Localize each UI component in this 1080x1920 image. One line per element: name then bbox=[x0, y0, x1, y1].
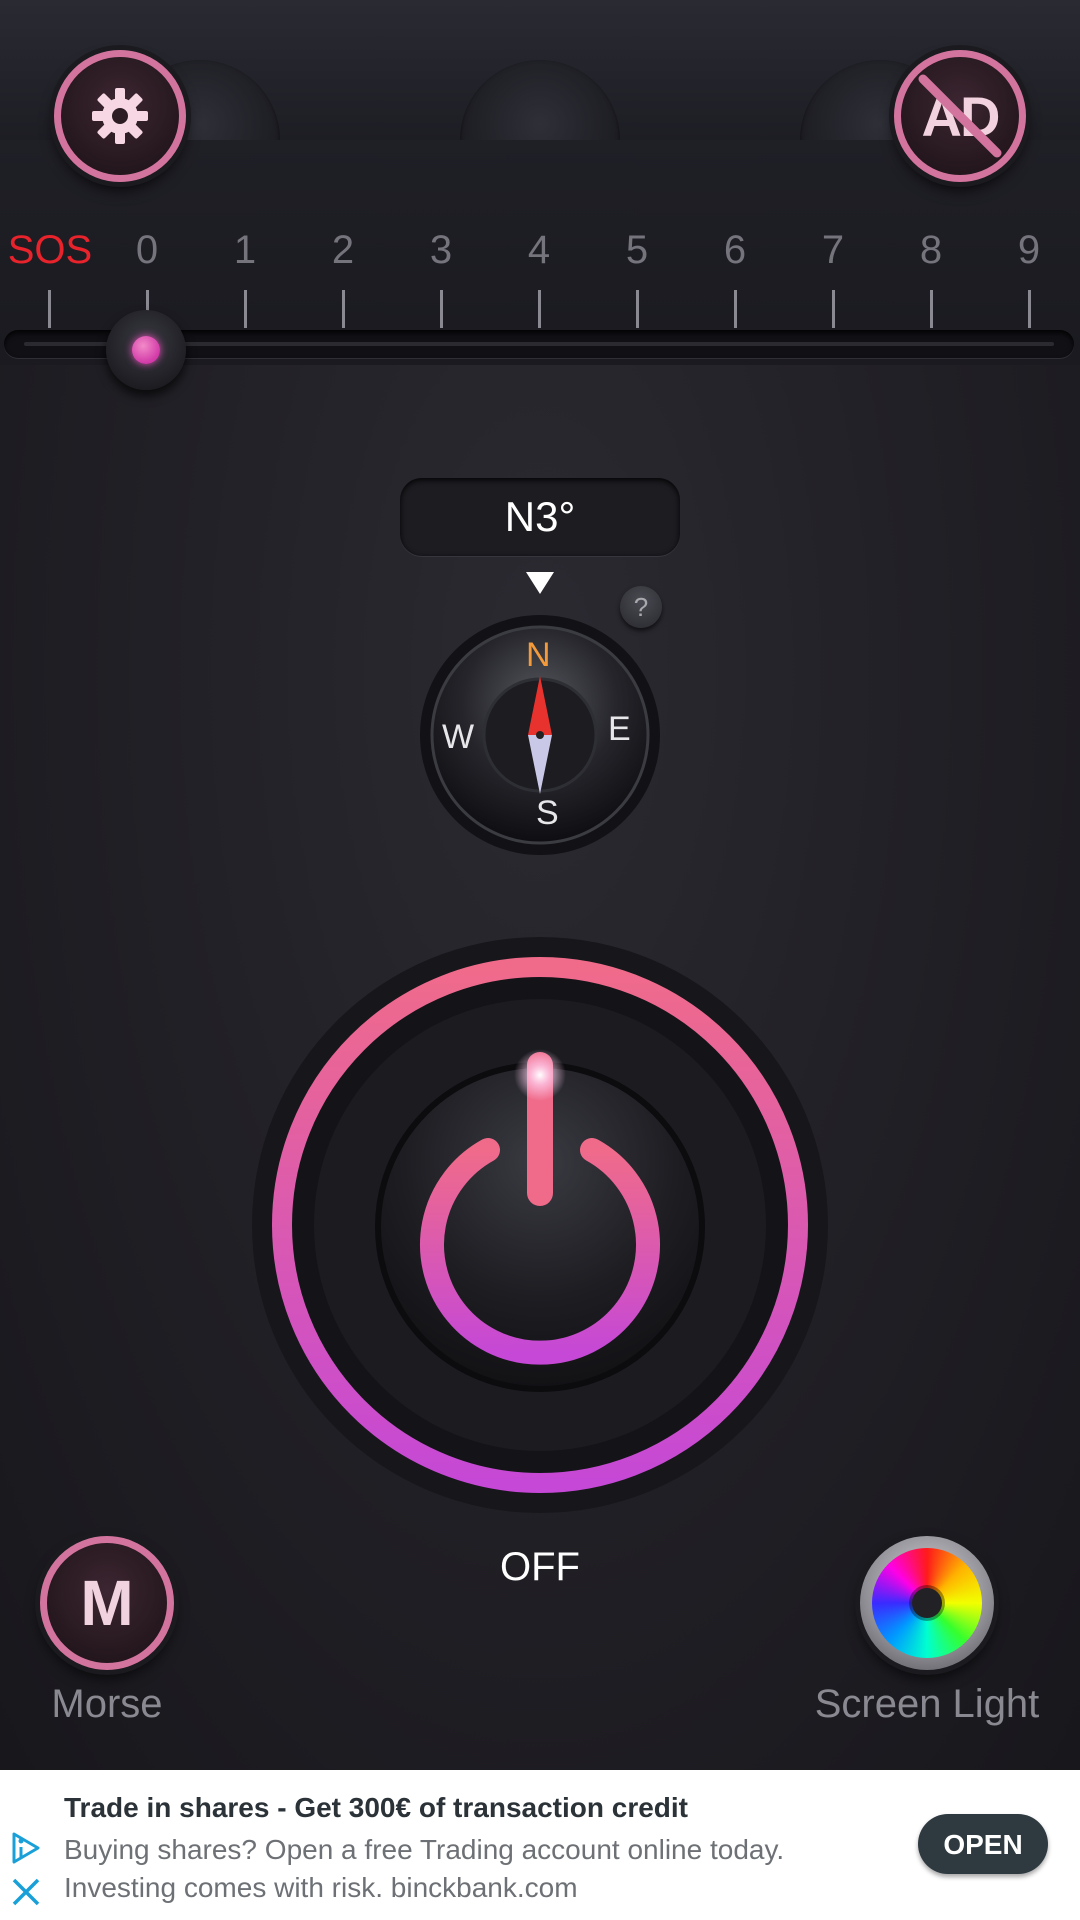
ruler-tick bbox=[1028, 290, 1031, 328]
strobe-level-label[interactable]: 9 bbox=[999, 228, 1059, 273]
ruler-tick bbox=[342, 290, 345, 328]
strobe-level-label[interactable]: 3 bbox=[411, 228, 471, 273]
strobe-level-label[interactable]: 6 bbox=[705, 228, 765, 273]
ruler-tick bbox=[636, 290, 639, 328]
heading-pointer-icon bbox=[526, 572, 554, 594]
ad-description[interactable]: Buying shares? Open a free Trading accou… bbox=[64, 1834, 784, 1866]
compass-east-label: E bbox=[608, 710, 631, 748]
power-status-label: OFF bbox=[500, 1545, 580, 1589]
morse-label: Morse bbox=[51, 1682, 163, 1726]
ad-open-button[interactable]: OPEN bbox=[918, 1814, 1048, 1874]
compass-south-label: S bbox=[536, 794, 559, 832]
strobe-level-label[interactable]: 4 bbox=[509, 228, 569, 273]
no-ads-icon bbox=[918, 74, 1002, 158]
compass-west-label: W bbox=[442, 718, 475, 756]
ruler-tick bbox=[930, 290, 933, 328]
ruler-tick bbox=[832, 290, 835, 328]
power-button[interactable] bbox=[250, 935, 830, 1515]
strobe-level-label[interactable]: 5 bbox=[607, 228, 667, 273]
strobe-level-label[interactable]: 1 bbox=[215, 228, 275, 273]
morse-button[interactable]: M bbox=[40, 1536, 174, 1670]
close-icon[interactable] bbox=[8, 1874, 44, 1910]
strobe-level-label[interactable]: 0 bbox=[117, 228, 177, 273]
settings-button[interactable] bbox=[54, 50, 186, 182]
ruler-tick bbox=[538, 290, 541, 328]
strobe-level-label[interactable]: 7 bbox=[803, 228, 863, 273]
ruler-tick bbox=[440, 290, 443, 328]
morse-letter: M bbox=[80, 1567, 134, 1639]
gear-icon bbox=[92, 88, 148, 144]
strobe-sos-label[interactable]: SOS bbox=[0, 228, 100, 273]
strobe-level-label[interactable]: 2 bbox=[313, 228, 373, 273]
ad-title[interactable]: Trade in shares - Get 300€ of transactio… bbox=[64, 1792, 688, 1824]
ruler-tick bbox=[244, 290, 247, 328]
compass-dial: N E S W bbox=[418, 608, 662, 862]
compass-heading-readout: N3° bbox=[400, 478, 680, 556]
ad-disclaimer[interactable]: Investing comes with risk. binckbank.com bbox=[64, 1872, 578, 1904]
power-icon bbox=[252, 937, 828, 1513]
ad-banner[interactable]: Trade in shares - Get 300€ of transactio… bbox=[0, 1770, 1080, 1920]
adchoices-icon[interactable] bbox=[8, 1830, 44, 1866]
remove-ads-button[interactable]: AD bbox=[894, 50, 1026, 182]
flashlight-app: AD SOS 0 1 2 3 4 5 6 7 8 9 N3° ? bbox=[0, 0, 1080, 1770]
strobe-level-label[interactable]: 8 bbox=[901, 228, 961, 273]
ruler-tick bbox=[734, 290, 737, 328]
strobe-slider-thumb[interactable] bbox=[106, 310, 186, 390]
compass-north-label: N bbox=[526, 636, 551, 674]
screen-light-label: Screen Light bbox=[814, 1682, 1040, 1726]
screen-light-button[interactable] bbox=[860, 1536, 994, 1670]
ruler-tick bbox=[48, 290, 51, 328]
